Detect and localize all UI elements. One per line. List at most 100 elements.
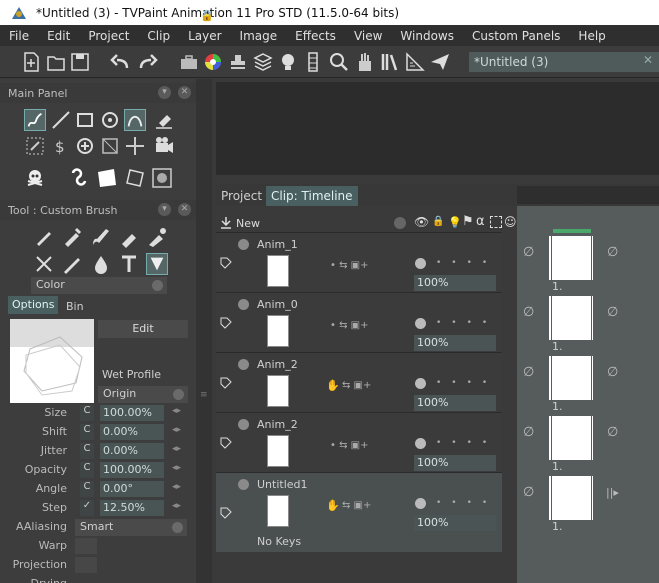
- scissors-brush-icon[interactable]: [33, 253, 55, 275]
- angle-mode-button[interactable]: C: [80, 481, 94, 497]
- opacity-stepper[interactable]: ◂▸: [172, 463, 181, 473]
- collapse-icon[interactable]: [238, 299, 249, 310]
- eraser-tool-icon[interactable]: [153, 109, 175, 131]
- add-selection-icon[interactable]: [74, 135, 96, 157]
- tag-icon[interactable]: [220, 377, 232, 389]
- playhead-end-line[interactable]: [591, 206, 592, 583]
- new-layer-label[interactable]: New: [236, 217, 260, 230]
- alpha-icon[interactable]: α: [476, 214, 485, 229]
- new-document-icon[interactable]: [20, 51, 42, 73]
- tab-clip-timeline[interactable]: Clip: Timeline: [266, 186, 358, 206]
- opacity-mode-button[interactable]: C: [80, 462, 94, 478]
- line-tool-icon[interactable]: [50, 109, 72, 131]
- collapse-icon[interactable]: [238, 239, 249, 250]
- document-tab[interactable]: *Untitled (3) ✕: [469, 52, 659, 72]
- custom-brush-icon[interactable]: [146, 253, 168, 275]
- shift-stepper[interactable]: ◂▸: [172, 425, 181, 435]
- menu-project[interactable]: Project: [79, 29, 138, 43]
- step-field[interactable]: 12.50%: [100, 500, 164, 516]
- angle-stepper[interactable]: ◂▸: [172, 482, 181, 492]
- cut-tool-icon[interactable]: [24, 135, 46, 157]
- warp-checkbox[interactable]: [75, 538, 97, 554]
- toolbox-icon[interactable]: [178, 51, 200, 73]
- lock-icon[interactable]: 🔒: [200, 9, 214, 22]
- shift-field[interactable]: 0.00%: [100, 424, 164, 440]
- rotate-canvas-icon[interactable]: [124, 167, 146, 189]
- layer-mode-icons[interactable]: ⇆ ▣+: [342, 500, 371, 511]
- skull-icon[interactable]: [24, 167, 46, 189]
- aaliasing-dropdown[interactable]: Smart: [75, 519, 187, 536]
- lasso-tool-icon[interactable]: $: [50, 135, 72, 157]
- onion-skin-icon[interactable]: ☺: [504, 215, 517, 229]
- menu-windows[interactable]: Windows: [391, 29, 463, 43]
- chevron-down-icon[interactable]: [394, 217, 406, 229]
- jitter-stepper[interactable]: ◂▸: [172, 444, 181, 454]
- frame-cell[interactable]: [549, 356, 593, 400]
- layer-opacity-field[interactable]: 100%: [414, 275, 496, 291]
- circle-tool-icon[interactable]: [99, 109, 121, 131]
- light-table-icon[interactable]: 💡: [448, 216, 462, 229]
- panel-splitter[interactable]: ≡ 🔒: [196, 9, 214, 583]
- origin-dropdown[interactable]: Origin: [98, 386, 188, 403]
- stencil-icon[interactable]: [490, 216, 502, 228]
- layer-mode-icons[interactable]: • ⇆ ▣+: [330, 320, 368, 331]
- panel-close-icon[interactable]: ✕: [178, 86, 191, 99]
- empty-frame-icon[interactable]: ∅: [607, 425, 618, 440]
- save-icon[interactable]: [69, 51, 91, 73]
- empty-frame-icon[interactable]: ∅: [607, 245, 618, 260]
- tab-bin[interactable]: Bin: [62, 298, 88, 316]
- jitter-field[interactable]: 0.00%: [100, 443, 164, 459]
- text-tool-icon[interactable]: [118, 253, 140, 275]
- opacity-field[interactable]: 100.00%: [100, 462, 164, 478]
- tag-icon[interactable]: [220, 317, 232, 329]
- frame-cell[interactable]: [549, 236, 593, 280]
- layer-row[interactable]: Anim_2 • ⇆ ▣+ •••• 100%: [216, 412, 502, 472]
- step-stepper[interactable]: ◂▸: [172, 501, 181, 511]
- empty-frame-icon[interactable]: ∅: [523, 425, 534, 440]
- move-tool-icon[interactable]: [124, 135, 146, 157]
- fill-bucket-icon[interactable]: [68, 167, 90, 189]
- collapse-icon[interactable]: [238, 419, 249, 430]
- menu-edit[interactable]: Edit: [38, 29, 79, 43]
- rectangle-tool-icon[interactable]: [74, 109, 96, 131]
- canvas-preview-area[interactable]: [216, 82, 659, 175]
- tab-options[interactable]: Options: [8, 296, 59, 314]
- menu-layer[interactable]: Layer: [179, 29, 230, 43]
- layer-opacity-field[interactable]: 100%: [414, 515, 496, 531]
- empty-frame-icon[interactable]: ∅: [523, 305, 534, 320]
- panel-menu-icon[interactable]: ▾: [158, 86, 171, 99]
- empty-frame-icon[interactable]: ∅: [523, 245, 534, 260]
- layers-icon[interactable]: [252, 51, 274, 73]
- layer-mode-icons[interactable]: • ⇆ ▣+: [330, 260, 368, 271]
- transform-tool-icon[interactable]: [99, 135, 121, 157]
- eye-icon[interactable]: 👁: [414, 215, 429, 229]
- menu-effects[interactable]: Effects: [286, 29, 345, 43]
- undo-icon[interactable]: [110, 51, 132, 73]
- tab-project[interactable]: Project: [216, 186, 267, 206]
- zoom-icon[interactable]: [328, 51, 350, 73]
- frame-cell[interactable]: [549, 296, 593, 340]
- projection-checkbox[interactable]: [75, 557, 97, 573]
- layer-row[interactable]: Anim_1 • ⇆ ▣+ •••• 100%: [216, 232, 502, 292]
- timeline-strip-icon[interactable]: [302, 51, 324, 73]
- shift-mode-button[interactable]: C: [80, 424, 94, 440]
- tag-icon[interactable]: [220, 437, 232, 449]
- water-drop-icon[interactable]: [90, 253, 112, 275]
- ruler-icon[interactable]: [404, 51, 426, 73]
- paint-brush-icon[interactable]: [90, 226, 112, 248]
- new-layer-icon[interactable]: [220, 216, 232, 230]
- frame-cell[interactable]: [549, 416, 593, 460]
- tag-icon[interactable]: [220, 507, 232, 519]
- empty-frame-icon[interactable]: ∅: [523, 365, 534, 380]
- freehand-tool-icon[interactable]: [24, 109, 46, 131]
- panel-menu-icon[interactable]: ▾: [158, 203, 171, 216]
- menu-help[interactable]: Help: [569, 29, 614, 43]
- step-check-icon[interactable]: ✓: [80, 500, 94, 516]
- pencil-brush-icon[interactable]: [61, 226, 83, 248]
- hand-icon[interactable]: ✋: [326, 379, 340, 392]
- send-icon[interactable]: [429, 51, 451, 73]
- flag-icon[interactable]: ⚑: [462, 214, 474, 229]
- menu-clip[interactable]: Clip: [138, 29, 179, 43]
- layer-row[interactable]: Anim_2 ✋ ⇆ ▣+ •••• 100%: [216, 352, 502, 412]
- hand-icon[interactable]: ✋: [326, 499, 340, 512]
